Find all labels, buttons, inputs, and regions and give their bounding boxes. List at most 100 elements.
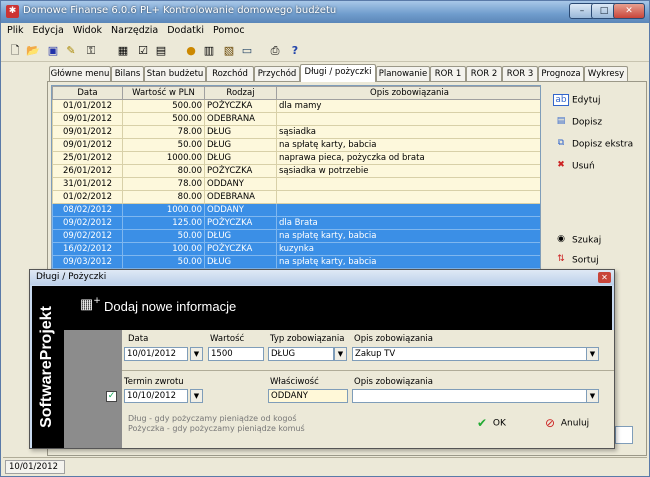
due-date-field[interactable]: 10/10/2012	[124, 389, 188, 403]
tab-planowanie[interactable]: Planowanie	[376, 66, 430, 81]
type-label: Typ zobowiązania	[270, 334, 345, 344]
ok-button[interactable]: ✔ OK	[474, 416, 506, 430]
tab-bilans[interactable]: Bilans	[111, 66, 144, 81]
cell-desc: na spłatę karty, babcia	[276, 138, 540, 152]
no-entry-icon: ⊘	[544, 416, 556, 430]
type-select[interactable]: DŁUG	[268, 347, 334, 361]
cell-type: ODDANY	[204, 177, 277, 191]
check-icon[interactable]: ☑	[135, 43, 151, 59]
cell-date: 31/01/2012	[52, 177, 123, 191]
edit-icon[interactable]: ✎	[63, 43, 79, 59]
date-field[interactable]: 10/01/2012	[124, 347, 188, 361]
due-checkbox[interactable]: ✓	[106, 391, 117, 402]
edit-button[interactable]: ab Edytuj	[553, 94, 600, 110]
table-row[interactable]: 08/02/2012 1000.00 ODDANY	[52, 203, 540, 217]
dialog-close-button[interactable]: ✕	[598, 272, 611, 283]
cell-type: DŁUG	[204, 255, 277, 269]
cell-type: DŁUG	[204, 151, 277, 165]
table-row[interactable]: 31/01/2012 78.00 ODDANY	[52, 177, 540, 191]
col-header-date[interactable]: Data	[52, 86, 123, 100]
cell-desc	[276, 190, 540, 204]
table-row[interactable]: 26/01/2012 80.00 POŻYCZKA sąsiadka w potrze…	[52, 164, 540, 178]
delete-button[interactable]: ✖ Usuń	[553, 160, 594, 176]
cell-value: 80.00	[122, 164, 205, 178]
sort-button[interactable]: ⇅ Sortuj	[553, 254, 598, 270]
value-field[interactable]: 1500	[208, 347, 264, 361]
cell-date: 01/02/2012	[52, 190, 123, 204]
cell-date: 08/02/2012	[52, 203, 123, 217]
menu-plik[interactable]: Plik	[1, 23, 27, 36]
new-icon[interactable]: 🗋	[7, 43, 23, 59]
table-row[interactable]: 16/02/2012 100.00 POŻYCZKA kuzynka	[52, 242, 540, 256]
table-row[interactable]: 09/02/2012 50.00 DŁUG na spłatę karty, babc…	[52, 229, 540, 243]
table-row[interactable]: 01/01/2012 500.00 POŻYCZKA dla mamy	[52, 99, 540, 113]
title-bar: ✱ Domowe Finanse 6.0.6 PL+ Kontrolowanie…	[1, 1, 649, 23]
print-icon[interactable]: ⎙	[267, 43, 283, 59]
tab-ror-3[interactable]: ROR 3	[502, 66, 538, 81]
sort-icon: ⇅	[557, 254, 565, 264]
cell-date: 09/01/2012	[52, 138, 123, 152]
debts-table[interactable]: Data Wartość w PLN Rodzaj Opis zobowiąza…	[51, 85, 541, 275]
col-header-type[interactable]: Rodzaj	[204, 86, 277, 100]
tab-stan-budzetu[interactable]: Stan budżetu	[144, 66, 206, 81]
menu-dodatki[interactable]: Dodatki	[161, 23, 207, 36]
calc-icon[interactable]: ▦	[115, 43, 131, 59]
cell-desc	[276, 112, 540, 126]
monitor-icon[interactable]: ▭	[239, 43, 255, 59]
owner-field[interactable]: ODDANY	[268, 389, 348, 403]
menu-edycja[interactable]: Edycja	[27, 23, 67, 36]
grid-icon[interactable]: ▥	[201, 43, 217, 59]
table-row[interactable]: 09/01/2012 50.00 DŁUG na spłatę karty, babc…	[52, 138, 540, 152]
cell-desc: sąsiadka	[276, 125, 540, 139]
tab-ror-2[interactable]: ROR 2	[466, 66, 502, 81]
search-button[interactable]: ◉ Szukaj	[553, 234, 601, 250]
col-header-desc[interactable]: Opis zobowiązania	[276, 86, 540, 100]
tab-przychod[interactable]: Przychód	[254, 66, 300, 81]
main-window: ✱ Domowe Finanse 6.0.6 PL+ Kontrolowanie…	[0, 0, 650, 477]
tab-glowne-menu[interactable]: Główne menu	[49, 66, 111, 81]
coins-icon[interactable]: ●	[183, 43, 199, 59]
cell-type: POŻYCZKA	[204, 99, 277, 113]
menu-narzedzia[interactable]: Narzędzia	[105, 23, 161, 36]
table-row[interactable]: 09/02/2012 125.00 POŻYCZKA dla Brata	[52, 216, 540, 230]
tab-rozchod[interactable]: Rozchód	[206, 66, 254, 81]
cell-value: 50.00	[122, 229, 205, 243]
table-row[interactable]: 09/03/2012 50.00 DŁUG na spłatę karty, babc…	[52, 255, 540, 269]
table-row[interactable]: 09/01/2012 500.00 ODEBRANA	[52, 112, 540, 126]
cell-type: POŻYCZKA	[204, 242, 277, 256]
side-input[interactable]	[615, 426, 633, 444]
dialog-heading: Dodaj nowe informacje	[104, 299, 237, 314]
date-dropdown-button[interactable]: ▼	[190, 347, 203, 361]
due-date-dropdown-button[interactable]: ▼	[190, 389, 203, 403]
table-row[interactable]: 09/01/2012 78.00 DŁUG sąsiadka	[52, 125, 540, 139]
table-row[interactable]: 25/01/2012 1000.00 DŁUG naprawa pieca, poży…	[52, 151, 540, 165]
add-button[interactable]: ▤ Dopisz	[553, 116, 602, 132]
key-icon[interactable]: ⚿	[83, 43, 99, 59]
edit-icon: ab	[553, 94, 569, 106]
menu-widok[interactable]: Widok	[67, 23, 105, 36]
add-extra-button[interactable]: ⧉ Dopisz ekstra	[553, 138, 633, 154]
cell-desc: na spłatę karty, babcia	[276, 255, 540, 269]
desc-select[interactable]: Zakup TV	[352, 347, 588, 361]
tab-wykresy[interactable]: Wykresy	[584, 66, 628, 81]
menu-pomoc[interactable]: Pomoc	[207, 23, 248, 36]
col-header-value[interactable]: Wartość w PLN	[122, 86, 205, 100]
cancel-button[interactable]: ⊘ Anuluj	[542, 416, 589, 430]
brand-logo-text: SoftwareProjekt	[38, 306, 55, 428]
save-icon[interactable]: ▣	[45, 43, 61, 59]
desc-dropdown-button[interactable]: ▼	[586, 347, 599, 361]
help-icon[interactable]: ?	[287, 43, 303, 59]
desc2-dropdown-button[interactable]: ▼	[586, 389, 599, 403]
open-icon[interactable]: 📂	[25, 43, 41, 59]
tab-dlugi-pozyczki[interactable]: Długi / pożyczki	[300, 64, 376, 82]
close-button[interactable]: ✕	[613, 3, 645, 19]
desc2-select[interactable]	[352, 389, 588, 403]
tab-prognoza[interactable]: Prognoza	[538, 66, 584, 81]
table-row[interactable]: 01/02/2012 80.00 ODEBRANA	[52, 190, 540, 204]
report-icon[interactable]: ▧	[221, 43, 237, 59]
cell-value: 1000.00	[122, 151, 205, 165]
desc2-label: Opis zobowiązania	[354, 377, 433, 387]
type-dropdown-button[interactable]: ▼	[334, 347, 347, 361]
tab-ror-1[interactable]: ROR 1	[430, 66, 466, 81]
filter-icon[interactable]: ▤	[153, 43, 169, 59]
